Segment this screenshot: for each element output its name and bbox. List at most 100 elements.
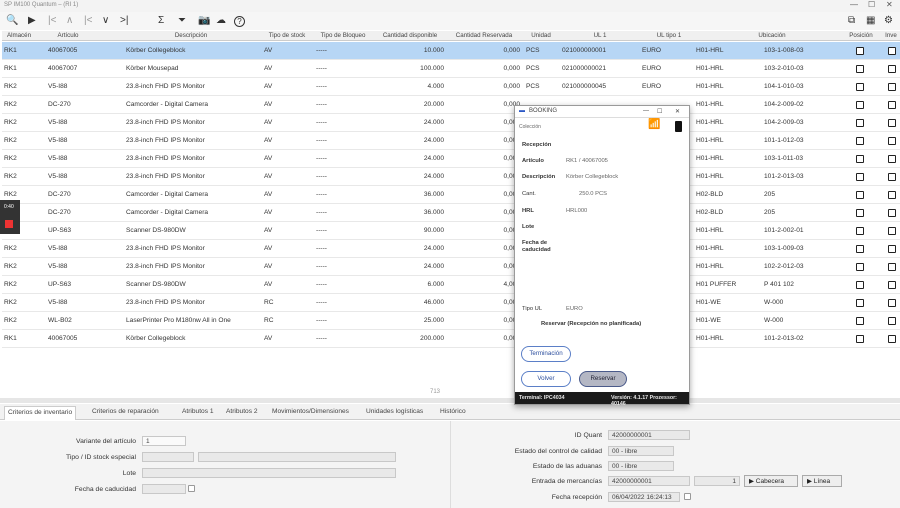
row-inventory-checkbox[interactable] (888, 47, 896, 55)
row-checkbox[interactable] (856, 83, 864, 91)
row-inventory-checkbox[interactable] (888, 65, 896, 73)
minimize-icon[interactable]: — (850, 0, 858, 9)
recording-widget[interactable]: 0:40 (0, 200, 20, 234)
row-checkbox[interactable] (856, 47, 864, 55)
camera-icon[interactable]: 📷 (198, 14, 210, 28)
table-row[interactable]: RK2 UP-S63 Scanner DS-980DW AV ----- 6.000 4,0… (2, 276, 900, 294)
column-header[interactable]: Inve (882, 32, 900, 39)
hrl-value[interactable]: HRL000 (566, 208, 587, 214)
tab-atributos-1[interactable]: Atributos 1 (182, 408, 214, 415)
table-row[interactable]: RK2UP-S63Scanner DS-980DWAV-----90.0000,… (2, 222, 900, 240)
tab-criterios-reparacion[interactable]: Criterios de reparación (92, 408, 159, 415)
column-header[interactable]: Unidad (524, 32, 558, 39)
tab-atributos-2[interactable]: Atributos 2 (226, 408, 258, 415)
row-inventory-checkbox[interactable] (888, 281, 896, 289)
row-checkbox[interactable] (856, 263, 864, 271)
terminal-minimize-icon[interactable]: — (643, 108, 649, 114)
terminacion-button[interactable]: Terminación (521, 346, 571, 362)
row-inventory-checkbox[interactable] (888, 245, 896, 253)
row-checkbox[interactable] (856, 317, 864, 325)
row-checkbox[interactable] (856, 65, 864, 73)
row-inventory-checkbox[interactable] (888, 299, 896, 307)
variante-field[interactable]: 1 (142, 436, 186, 446)
table-row[interactable]: RK2 V5-I88 23.8-inch FHD IPS Monitor AV ----… (2, 114, 900, 132)
row-checkbox[interactable] (856, 137, 864, 145)
column-header[interactable]: Almacén (4, 32, 34, 39)
tipo-ul-value[interactable]: EURO (566, 306, 583, 312)
table-row[interactable]: RK2 V5-I88 23.8-inch FHD IPS Monitor AV ----… (2, 258, 900, 276)
table-row[interactable]: RK2 V5-I88 23.8-inch FHD IPS Monitor AV ----… (2, 240, 900, 258)
settings-icon[interactable]: ⚙ (884, 14, 893, 28)
table-row[interactable]: RK1 40067007 Körber Mousepad AV ----- 100.000… (2, 60, 900, 78)
estado-aduanas-select[interactable]: 00 - libre (608, 461, 674, 471)
row-inventory-checkbox[interactable] (888, 119, 896, 127)
column-header[interactable]: Posición (842, 32, 880, 39)
copy-icon[interactable]: ⧉ (848, 14, 855, 28)
id-stock-field[interactable] (198, 452, 396, 462)
row-checkbox[interactable] (856, 281, 864, 289)
prev-icon[interactable]: ∧ (66, 14, 73, 28)
row-inventory-checkbox[interactable] (888, 209, 896, 217)
row-inventory-checkbox[interactable] (888, 191, 896, 199)
entrada-posicion-field[interactable]: 1 (694, 476, 740, 486)
tab-unidades-logisticas[interactable]: Unidades logísticas (366, 408, 423, 415)
up-icon[interactable]: |< (84, 14, 92, 28)
horizontal-scrollbar[interactable] (0, 398, 900, 403)
terminal-close-icon[interactable]: ✕ (675, 108, 680, 115)
table-row[interactable]: RK2 V5-I88 23.8-inch FHD IPS Monitor AV ----… (2, 150, 900, 168)
fecha-caducidad-checkbox[interactable] (188, 485, 195, 492)
column-header[interactable]: Cantidad disponible (374, 32, 446, 39)
column-header[interactable]: Tipo de Bloqueo (314, 32, 372, 39)
column-header[interactable]: UL 1 (562, 32, 638, 39)
estado-cc-select[interactable]: 00 - libre (608, 446, 674, 456)
record-stop-icon[interactable] (5, 220, 13, 228)
cabecera-button[interactable]: ▶ Cabecera (744, 475, 798, 487)
row-checkbox[interactable] (856, 227, 864, 235)
row-checkbox[interactable] (856, 335, 864, 343)
id-quant-field[interactable]: 42000000001 (608, 430, 690, 440)
row-inventory-checkbox[interactable] (888, 137, 896, 145)
fecha-recepcion-checkbox[interactable] (684, 493, 691, 500)
table-row[interactable]: RK2 V5-I88 23.8-inch FHD IPS Monitor AV ----… (2, 132, 900, 150)
tab-movimientos[interactable]: Movimientos/Dimensiones (272, 408, 349, 415)
table-row[interactable]: RK1 40067005 Körber Collegeblock AV ----- 200… (2, 330, 900, 348)
reservar-button[interactable]: Reservar (579, 371, 627, 387)
row-inventory-checkbox[interactable] (888, 83, 896, 91)
tipo-stock-field[interactable] (142, 452, 194, 462)
entrada-mercancias-field[interactable]: 42000000001 (608, 476, 690, 486)
table-row[interactable]: RK2 V5-I88 23.8-inch FHD IPS Monitor AV ----… (2, 78, 900, 96)
lote-field[interactable] (142, 468, 396, 478)
help-icon[interactable]: ? (234, 16, 245, 27)
tab-historico[interactable]: Histórico (440, 408, 466, 415)
row-inventory-checkbox[interactable] (888, 317, 896, 325)
row-checkbox[interactable] (856, 191, 864, 199)
down-icon[interactable]: ∨ (102, 14, 109, 28)
row-inventory-checkbox[interactable] (888, 335, 896, 343)
grid-view-icon[interactable]: ▦ (866, 14, 875, 28)
cloud-icon[interactable]: ☁ (216, 14, 226, 28)
last-record-icon[interactable]: >| (120, 14, 128, 28)
row-checkbox[interactable] (856, 101, 864, 109)
row-checkbox[interactable] (856, 299, 864, 307)
column-header[interactable]: Artículo (48, 32, 88, 39)
play-icon[interactable]: ▶ (28, 14, 36, 28)
sum-icon[interactable]: Σ (158, 14, 164, 28)
row-inventory-checkbox[interactable] (888, 263, 896, 271)
column-header[interactable]: Descripción (126, 32, 256, 39)
table-row[interactable]: RK2 DC-270 Camcorder - Digital Camera AV ---… (2, 186, 900, 204)
table-row[interactable]: RK2 V5-I88 23.8-inch FHD IPS Monitor AV ----… (2, 168, 900, 186)
maximize-icon[interactable]: ☐ (868, 0, 875, 9)
table-row[interactable]: RK2 WL-B02 LaserPrinter Pro M180nw All in … (2, 312, 900, 330)
search-icon[interactable]: 🔍 (6, 14, 18, 28)
fecha-recepcion-field[interactable]: 06/04/2022 16:24:13 (608, 492, 680, 502)
row-inventory-checkbox[interactable] (888, 101, 896, 109)
column-header[interactable]: Tipo de stock (262, 32, 312, 39)
row-checkbox[interactable] (856, 155, 864, 163)
row-checkbox[interactable] (856, 209, 864, 217)
row-checkbox[interactable] (856, 119, 864, 127)
fecha-caducidad-field[interactable] (142, 484, 186, 494)
table-row[interactable]: RK2 V5-I88 23.8-inch FHD IPS Monitor RC ----… (2, 294, 900, 312)
first-record-icon[interactable]: |< (48, 14, 56, 28)
close-icon[interactable]: ✕ (886, 0, 893, 9)
table-row[interactable]: RK1 40067005 Körber Collegeblock AV ----- 10.… (2, 42, 900, 60)
